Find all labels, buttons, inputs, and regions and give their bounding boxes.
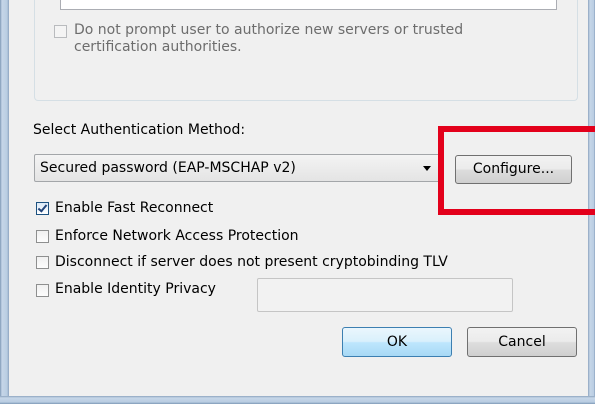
window-frame-bottom [0, 396, 595, 404]
fast-reconnect-label: Enable Fast Reconnect [55, 200, 214, 216]
auth-method-selected-value: Secured password (EAP-MSCHAP v2) [40, 160, 296, 176]
window-frame-left [0, 0, 9, 404]
no-prompt-label: Do not prompt user to authorize new serv… [74, 22, 464, 55]
enforce-nap-checkbox[interactable] [36, 230, 49, 243]
identity-privacy-input[interactable] [257, 278, 513, 312]
identity-privacy-checkbox[interactable] [36, 284, 49, 297]
enforce-nap-label: Enforce Network Access Protection [55, 228, 299, 244]
cancel-button[interactable]: Cancel [467, 327, 577, 357]
configure-highlight-annotation [438, 126, 595, 215]
auth-method-select[interactable]: Secured password (EAP-MSCHAP v2) [34, 154, 440, 182]
disconnect-tlv-checkbox[interactable] [36, 256, 49, 269]
no-prompt-checkbox[interactable] [54, 25, 67, 38]
fast-reconnect-checkbox[interactable] [36, 202, 49, 215]
disconnect-tlv-label: Disconnect if server does not present cr… [55, 254, 448, 270]
identity-privacy-label: Enable Identity Privacy [55, 281, 216, 297]
ok-button[interactable]: OK [342, 327, 452, 357]
auth-method-label: Select Authentication Method: [33, 122, 246, 138]
servers-field[interactable] [60, 0, 557, 10]
chevron-down-icon [423, 166, 431, 171]
